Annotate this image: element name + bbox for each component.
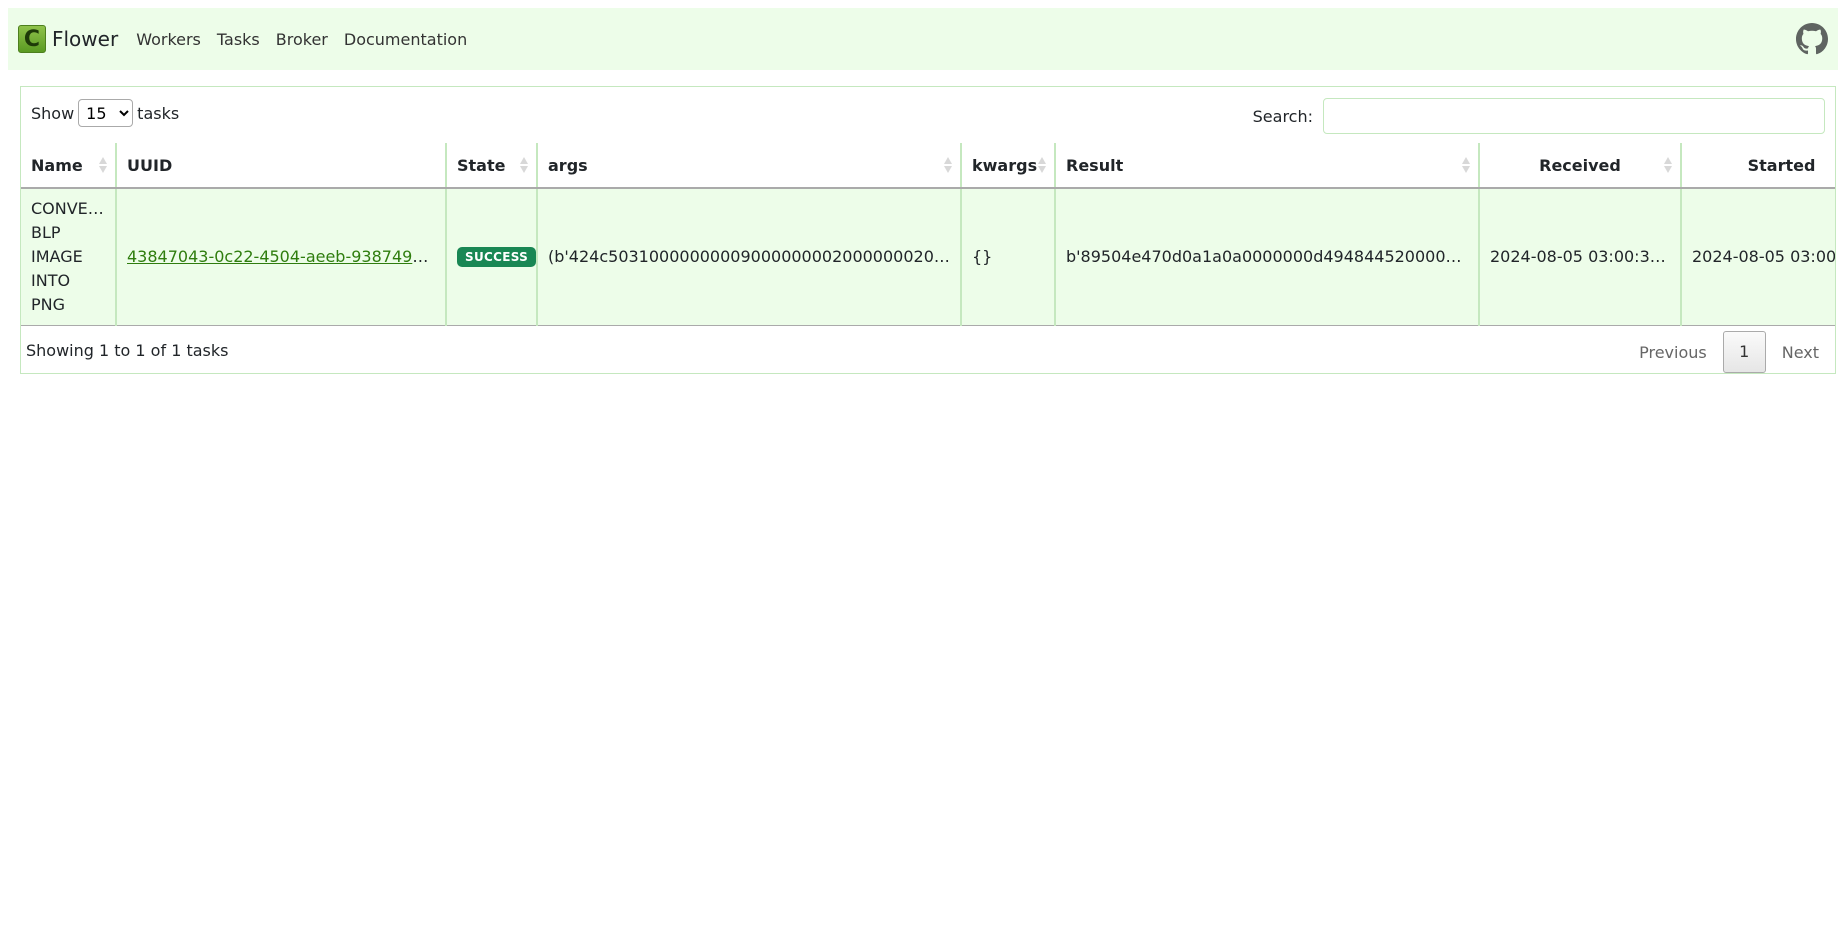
sort-icon [99,157,107,175]
nav-tasks[interactable]: Tasks [217,30,260,49]
sort-icon [520,157,528,175]
pagination: Previous 1 Next [1623,331,1835,373]
sort-icon [1462,157,1470,175]
cell-args: (b'424c503100000000090000000020000000200… [536,188,961,326]
nav-workers[interactable]: Workers [136,30,201,49]
status-badge: SUCCESS [457,247,537,268]
column-header-uuid[interactable]: UUID [115,143,446,189]
column-header-kwargs[interactable]: kwargs [960,143,1055,189]
cell-started: 2024-08-05 03:00:37.036 [1680,188,1835,326]
page-length-control: Show 15 tasks [31,99,179,127]
tasks-label: tasks [137,103,180,123]
cell-name: CONVERT BLP IMAGE INTO PNG [21,188,116,326]
brand-link[interactable]: C Flower [18,25,118,53]
column-header-received[interactable]: Received [1478,143,1681,189]
search-input[interactable] [1323,98,1825,134]
sort-icon [1038,157,1046,175]
nav-broker[interactable]: Broker [276,30,328,49]
table-row: CONVERT BLP IMAGE INTO PNG 43847043-0c22… [21,188,1835,326]
sort-icon [944,157,952,175]
cell-result: b'89504e470d0a1a0a0000000d49484452000002… [1054,188,1479,326]
sort-icon [1664,157,1672,175]
github-icon[interactable] [1796,23,1828,55]
column-header-state[interactable]: State [445,143,537,189]
column-header-args[interactable]: args [536,143,961,189]
column-header-result[interactable]: Result [1054,143,1479,189]
task-uuid-link[interactable]: 43847043-0c22-4504-aeeb-9387495a1327 [127,247,446,266]
cell-kwargs: {} [960,188,1055,326]
column-header-started[interactable]: Started [1680,143,1835,189]
column-header-name[interactable]: Name [21,143,116,189]
next-button[interactable]: Next [1766,343,1835,362]
cell-uuid: 43847043-0c22-4504-aeeb-9387495a1327 [115,188,446,326]
previous-button[interactable]: Previous [1623,343,1723,362]
celery-logo-icon: C [18,25,46,53]
tasks-table: Name UUID State args kwargs Result Recei… [21,143,1835,326]
brand-name: Flower [52,27,119,51]
tasks-panel: Show 15 tasks Search: Name UUID State ar… [20,86,1836,374]
table-header-row: Name UUID State args kwargs Result Recei… [21,143,1835,189]
page-1-button[interactable]: 1 [1722,331,1766,373]
cell-received: 2024-08-05 03:00:37.035 [1478,188,1681,326]
search-label: Search: [1252,106,1313,126]
navbar: C Flower Workers Tasks Broker Documentat… [8,8,1838,70]
table-info: Showing 1 to 1 of 1 tasks [26,341,229,360]
page-size-select[interactable]: 15 [78,99,134,127]
cell-state: SUCCESS [445,188,537,326]
show-label: Show [31,103,75,123]
nav-documentation[interactable]: Documentation [344,30,467,49]
search-control: Search: [1253,98,1825,134]
